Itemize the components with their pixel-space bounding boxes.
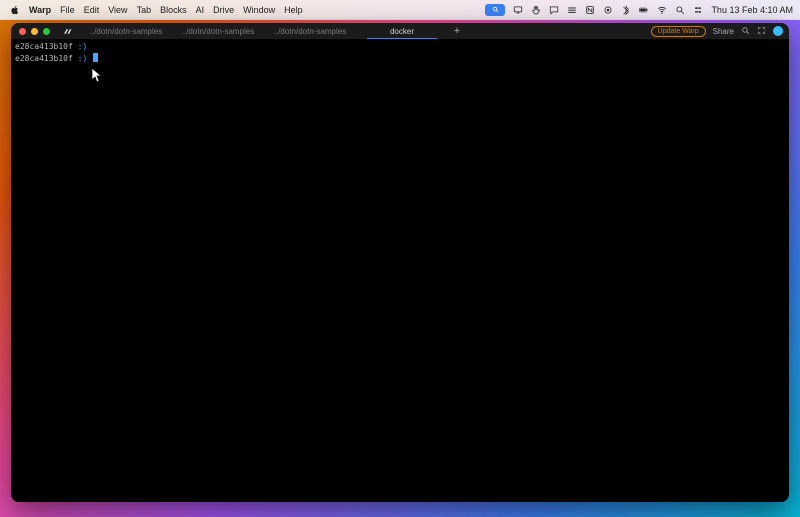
warp-logo-icon[interactable]: [62, 26, 73, 37]
prompt-host: e28ca413b10f: [15, 54, 73, 63]
control-center-icon[interactable]: [693, 5, 703, 15]
menubar-item-view[interactable]: View: [108, 5, 127, 15]
tab-label: docker: [390, 27, 414, 36]
terminal-cursor: [93, 53, 98, 62]
tab-2[interactable]: ../dotn/dotn-samples: [173, 23, 263, 39]
tab-label: ../dotn/dotn-samples: [274, 27, 346, 36]
menubar-item-edit[interactable]: Edit: [84, 5, 100, 15]
tab-3[interactable]: ../dotn/dotn-samples: [265, 23, 355, 39]
macos-menubar: Warp File Edit View Tab Blocks AI Drive …: [0, 0, 800, 20]
menubar-clock[interactable]: Thu 13 Feb 4:10 AM: [711, 5, 793, 15]
menubar-app-name[interactable]: Warp: [29, 5, 51, 15]
search-icon[interactable]: [675, 5, 685, 15]
expand-icon[interactable]: [757, 26, 766, 37]
user-avatar[interactable]: [773, 26, 783, 36]
chat-icon[interactable]: [549, 5, 559, 15]
terminal-line: e28ca413b10f :): [15, 41, 785, 53]
apple-icon[interactable]: [10, 5, 20, 15]
share-button[interactable]: Share: [713, 27, 734, 36]
tab-label: ../dotn/dotn-samples: [182, 27, 254, 36]
prompt-sym: ): [82, 54, 87, 63]
menubar-item-file[interactable]: File: [60, 5, 75, 15]
window-zoom-button[interactable]: [43, 28, 50, 35]
notion-icon[interactable]: [585, 5, 595, 15]
tab-1[interactable]: ../dotn/dotn-samples: [81, 23, 171, 39]
warp-tabstrip: ../dotn/dotn-samples ../dotn/dotn-sample…: [11, 23, 789, 39]
menubar-item-window[interactable]: Window: [243, 5, 275, 15]
tab-label: ../dotn/dotn-samples: [90, 27, 162, 36]
spotlight-pill-icon[interactable]: [485, 4, 505, 16]
terminal-line: e28ca413b10f :): [15, 53, 785, 65]
bluetooth-icon[interactable]: [621, 5, 631, 15]
window-minimize-button[interactable]: [31, 28, 38, 35]
palette-search-icon[interactable]: [741, 26, 750, 37]
wifi-icon[interactable]: [657, 5, 667, 15]
menubar-item-tab[interactable]: Tab: [137, 5, 152, 15]
prompt-sym: ): [82, 42, 87, 51]
menubar-item-ai[interactable]: AI: [196, 5, 205, 15]
display-icon[interactable]: [513, 5, 523, 15]
prompt-host: e28ca413b10f: [15, 42, 73, 51]
traffic-lights[interactable]: [19, 28, 50, 35]
hand-icon[interactable]: [531, 5, 541, 15]
mouse-cursor-icon: [91, 67, 103, 83]
new-tab-button[interactable]: +: [449, 25, 465, 37]
record-icon[interactable]: [603, 5, 613, 15]
update-warp-button[interactable]: Update Warp: [651, 26, 706, 37]
warp-window: ../dotn/dotn-samples ../dotn/dotn-sample…: [11, 23, 789, 502]
menubar-item-blocks[interactable]: Blocks: [160, 5, 187, 15]
window-close-button[interactable]: [19, 28, 26, 35]
terminal-body[interactable]: e28ca413b10f :) e28ca413b10f :): [11, 39, 789, 502]
menu-dots-icon[interactable]: [567, 5, 577, 15]
menubar-item-help[interactable]: Help: [284, 5, 303, 15]
battery-icon[interactable]: [639, 5, 649, 15]
tab-4-active[interactable]: docker: [357, 23, 447, 39]
menubar-item-drive[interactable]: Drive: [213, 5, 234, 15]
